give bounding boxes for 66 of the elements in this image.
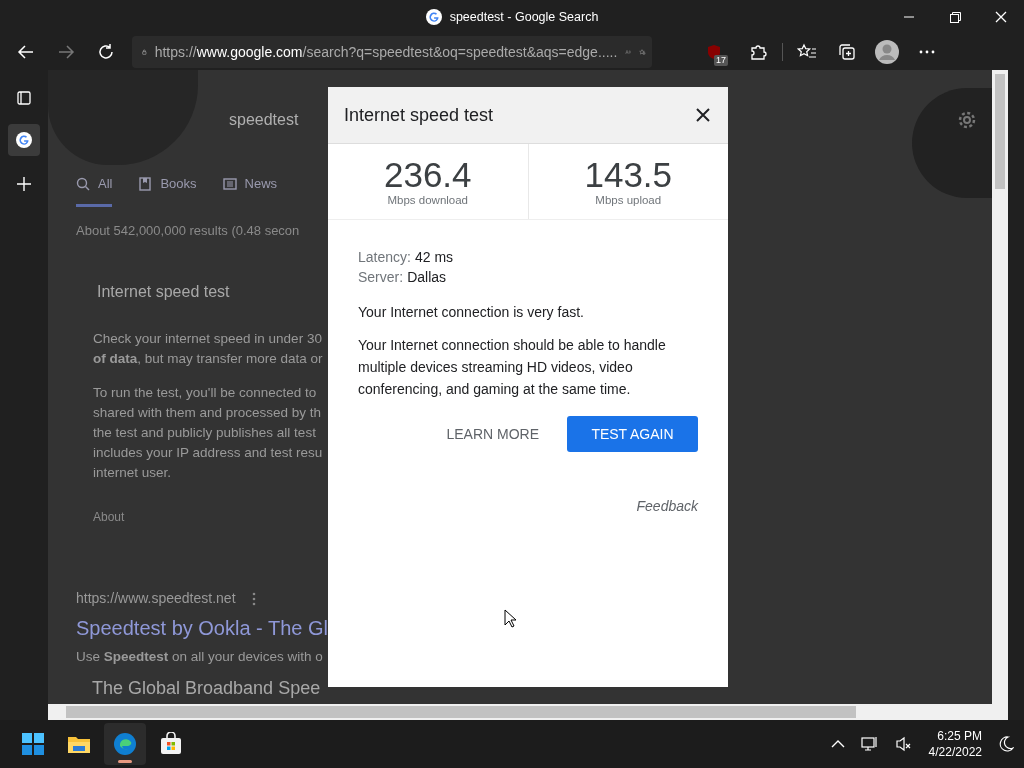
puzzle-icon[interactable]	[749, 43, 767, 61]
windows-logo-icon	[21, 732, 45, 756]
tab-actions-icon	[15, 89, 33, 107]
sidebar-tab[interactable]	[8, 124, 40, 156]
search-icon	[76, 176, 90, 191]
paragraph-line: internet user.	[93, 464, 173, 482]
card-title: Internet speed test	[97, 282, 230, 302]
chevron-up-icon[interactable]	[830, 739, 845, 749]
paragraph-line: the test and publicly publishes all test	[93, 424, 317, 442]
result-url[interactable]: https://www.speedtest.net	[76, 588, 236, 609]
about-link[interactable]: About	[93, 508, 125, 526]
profile-avatar-icon[interactable]	[874, 39, 900, 65]
kebab-menu-icon[interactable]	[251, 591, 256, 606]
book-icon	[138, 176, 153, 191]
result-title-link[interactable]: Speedtest by Ookla - The Gl	[76, 613, 328, 643]
google-logo-icon	[425, 9, 442, 25]
settings-icon[interactable]	[957, 110, 977, 130]
extension-button[interactable]: 17	[694, 36, 734, 68]
learn-more-button[interactable]: LEARN MORE	[434, 416, 551, 452]
favorites-icon[interactable]	[797, 43, 817, 61]
result-snippet: Use Speedtest on all your devices with o	[76, 648, 323, 666]
back-icon[interactable]	[17, 43, 35, 61]
search-query-text[interactable]: speedtest	[229, 108, 299, 132]
paragraph-line: Check your internet speed in under 30	[93, 330, 323, 348]
moon-icon[interactable]	[998, 736, 1014, 752]
edge-browser-icon	[113, 732, 137, 756]
detail-value: Dallas	[407, 268, 447, 287]
paragraph-line: shared with them and processed by th	[93, 404, 323, 422]
clock-time[interactable]: 6:25 PM	[928, 728, 982, 744]
horizontal-scrollbar[interactable]	[48, 704, 1008, 720]
extension-badge: 17	[714, 55, 728, 66]
search-tab[interactable]: All	[98, 174, 113, 194]
detail-value: 42 ms	[414, 248, 454, 267]
shopping-bag-icon	[159, 732, 183, 756]
collections-icon[interactable]	[838, 43, 856, 61]
plus-icon	[15, 175, 33, 193]
search-tab[interactable]: Books	[160, 174, 197, 194]
speed-unit: Mbps download	[386, 193, 470, 208]
search-tab[interactable]: News	[244, 174, 278, 194]
feedback-link[interactable]: Feedback	[636, 496, 698, 516]
reload-icon[interactable]	[97, 43, 115, 61]
forward-icon[interactable]	[57, 43, 75, 61]
explanation-text: Your Internet connection should be able to handle multiple devices streaming HD videos, video conferencing, and gaming at the same time.	[358, 336, 667, 399]
test-again-button[interactable]: TEST AGAIN	[567, 416, 698, 452]
verdict-text: Your Internet connection is very fast.	[358, 303, 585, 322]
dialog-title: Internet speed test	[344, 103, 494, 127]
vertical-scrollbar[interactable]	[992, 70, 1008, 704]
result-stats-text: About 542,000,000 results (0.48 secon	[76, 221, 300, 240]
taskbar-app[interactable]	[104, 723, 146, 765]
detail-label: Latency:	[358, 248, 411, 267]
window-title: speedtest - Google Search	[449, 8, 599, 26]
close-button[interactable]	[694, 106, 712, 124]
detail-label: Server:	[358, 268, 404, 287]
speed-value: 236.4	[382, 158, 473, 192]
network-icon[interactable]	[860, 735, 879, 753]
speed-value: 143.5	[583, 158, 674, 192]
result-heading: The Global Broadband Spee	[92, 677, 321, 701]
paragraph-line: of data, but may transfer more data or	[93, 350, 323, 368]
paragraph-line: To run the test, you'll be connected to	[93, 384, 318, 402]
newspaper-icon	[222, 176, 237, 191]
clock-date[interactable]: 4/22/2022	[928, 744, 982, 760]
paragraph-line: includes your IP address and test resu	[93, 444, 323, 462]
mouse-cursor-icon	[504, 609, 517, 628]
google-logo-icon	[16, 132, 32, 148]
speaker-muted-icon[interactable]	[894, 735, 913, 753]
speed-unit: Mbps upload	[594, 193, 663, 208]
